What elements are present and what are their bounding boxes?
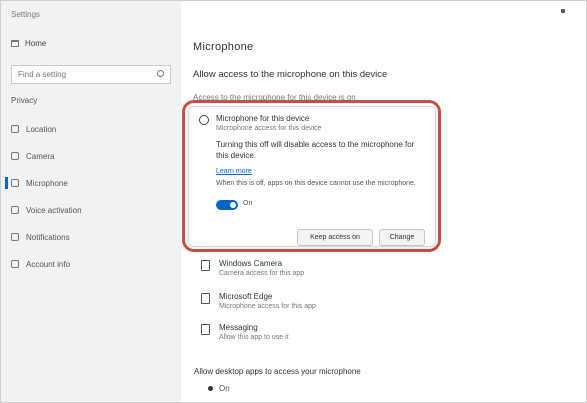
microphone-icon xyxy=(199,115,209,125)
camera-icon xyxy=(11,152,19,160)
footer-option[interactable]: On xyxy=(208,384,230,393)
page-subhead: Allow access to the microphone on this d… xyxy=(193,69,388,80)
app-icon xyxy=(201,260,210,271)
toggle-knob xyxy=(230,202,236,208)
search-icon xyxy=(157,70,164,77)
sidebar-item-location[interactable]: Location xyxy=(11,120,56,138)
sidebar-item-account-info[interactable]: Account info xyxy=(11,255,70,273)
change-button[interactable]: Change xyxy=(379,229,425,246)
sidebar-item-microphone[interactable]: Microphone xyxy=(5,174,68,192)
dialog-subtitle: Microphone access for this device xyxy=(216,125,322,132)
sidebar-home-label: Home xyxy=(25,39,47,48)
footer-question: Allow desktop apps to access your microp… xyxy=(194,367,361,376)
list-item-title: Windows Camera xyxy=(219,259,283,268)
radio-dot-icon xyxy=(208,386,213,391)
settings-window: Settings Home Find a setting Privacy Loc… xyxy=(0,0,587,403)
dialog-note: When this is off, apps on this device ca… xyxy=(216,180,416,187)
sidebar-item-notifications[interactable]: Notifications xyxy=(11,228,70,246)
voice-icon xyxy=(11,206,19,214)
selected-indicator xyxy=(5,177,8,189)
sidebar-item-label: Voice activation xyxy=(26,205,82,215)
page-title: Microphone xyxy=(193,41,254,53)
search-placeholder: Find a setting xyxy=(18,70,67,79)
sidebar-item-label: Microphone xyxy=(26,178,68,188)
app-icon xyxy=(201,293,210,304)
dialog-title: Microphone for this device xyxy=(216,114,310,123)
window-title: Settings xyxy=(11,10,40,19)
list-item-subtitle: Microphone access for this app xyxy=(219,303,316,310)
sidebar-item-voice-activation[interactable]: Voice activation xyxy=(11,201,82,219)
sidebar-section-label: Privacy xyxy=(11,96,38,105)
footer-option-label: On xyxy=(219,384,230,393)
list-item-title: Messaging xyxy=(219,323,258,332)
sidebar-item-label: Location xyxy=(26,124,57,134)
sidebar-home[interactable]: Home xyxy=(11,39,46,48)
search-input[interactable]: Find a setting xyxy=(11,65,171,84)
sidebar-item-label: Notifications xyxy=(26,232,70,242)
keep-access-button[interactable]: Keep access on xyxy=(297,229,373,246)
toggle-label: On xyxy=(243,200,253,207)
microphone-access-dialog: Microphone for this device Microphone ac… xyxy=(188,106,436,247)
list-item-subtitle: Camera access for this app xyxy=(219,270,305,277)
account-icon xyxy=(11,260,19,268)
sidebar-item-camera[interactable]: Camera xyxy=(11,147,54,165)
microphone-access-toggle[interactable] xyxy=(216,200,238,210)
notifications-icon xyxy=(11,233,19,241)
list-item-subtitle: Allow this app to use it xyxy=(219,334,289,341)
sidebar: Settings Home Find a setting Privacy Loc… xyxy=(1,1,181,402)
dialog-description: Turning this off will disable access to … xyxy=(216,140,415,160)
app-icon xyxy=(201,324,210,335)
sidebar-item-label: Camera xyxy=(26,151,55,161)
sidebar-item-label: Account info xyxy=(26,259,71,269)
list-item[interactable]: Messaging Allow this app to use it xyxy=(201,323,289,341)
microphone-icon xyxy=(11,179,19,187)
list-item-title: Microsoft Edge xyxy=(219,292,273,301)
list-item[interactable]: Windows Camera Camera access for this ap… xyxy=(201,259,304,277)
learn-more-link[interactable]: Learn more xyxy=(216,168,252,175)
location-icon xyxy=(11,125,19,133)
close-icon[interactable] xyxy=(561,9,565,13)
home-icon xyxy=(11,40,19,47)
list-item[interactable]: Microsoft Edge Microphone access for thi… xyxy=(201,292,316,310)
